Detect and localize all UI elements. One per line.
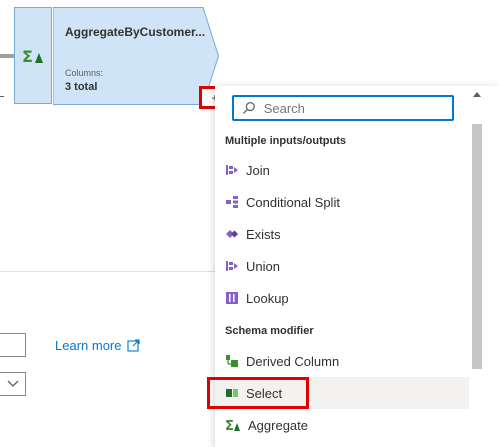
aggregate-node[interactable]: AggregateByCustomer... Columns: 3 total	[53, 7, 219, 105]
search-box[interactable]	[232, 95, 454, 121]
menu-item-union[interactable]: Union	[215, 250, 469, 282]
text-input[interactable]	[0, 333, 26, 357]
external-link-icon	[127, 339, 141, 352]
section-header-multiple-io: Multiple inputs/outputs	[225, 135, 346, 147]
exists-icon	[226, 230, 238, 238]
menu-item-join[interactable]: Join	[215, 154, 469, 186]
svg-text:Σ: Σ	[225, 419, 234, 432]
menu-item-derived-column[interactable]: Derived Column	[215, 345, 469, 377]
derived-column-icon	[226, 355, 238, 367]
aggregate-icon: Σ	[22, 48, 43, 64]
union-icon	[226, 261, 238, 271]
learn-more-label: Learn more	[55, 338, 122, 353]
aggregate-icon: Σ	[225, 419, 240, 432]
menu-item-label: Aggregate	[248, 417, 308, 433]
node-title: AggregateByCustomer...	[65, 25, 205, 39]
scroll-up-arrow-icon[interactable]	[472, 89, 482, 99]
chevron-down-icon	[7, 380, 18, 387]
menu-item-aggregate[interactable]: Σ Aggregate	[215, 409, 469, 441]
menu-item-lookup[interactable]: Lookup	[215, 282, 469, 314]
join-icon	[226, 165, 238, 175]
search-input[interactable]	[261, 99, 452, 117]
aggregate-node-icon-box[interactable]: Σ	[14, 7, 52, 104]
menu-item-label: Lookup	[246, 290, 289, 306]
section-header-schema-modifier: Schema modifier	[225, 325, 314, 337]
conditional-split-icon	[226, 196, 238, 208]
search-icon	[243, 101, 255, 114]
menu-item-label: Union	[246, 258, 280, 274]
menu-item-label: Exists	[246, 226, 281, 242]
menu-item-label: Conditional Split	[246, 194, 340, 210]
menu-item-exists[interactable]: Exists	[215, 218, 469, 250]
node-columns-label: Columns:	[65, 68, 104, 78]
connector-dash	[0, 96, 4, 97]
svg-text:Σ: Σ	[22, 48, 33, 64]
dropdown-select[interactable]	[0, 372, 26, 396]
node-columns-value: 3 total	[65, 81, 98, 93]
select-highlight-box	[207, 377, 309, 409]
incoming-connector	[0, 54, 14, 58]
menu-item-conditional-split[interactable]: Conditional Split	[215, 186, 469, 218]
scrollbar-thumb[interactable]	[472, 124, 482, 369]
menu-item-label: Join	[246, 162, 270, 178]
lookup-icon	[226, 292, 238, 304]
menu-item-label: Derived Column	[246, 353, 340, 369]
learn-more-link[interactable]: Learn more	[55, 338, 141, 353]
